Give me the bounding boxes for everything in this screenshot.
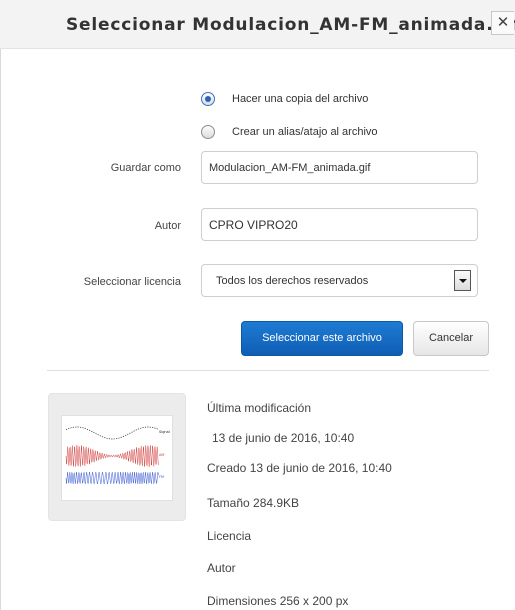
fm-label: FM [159,475,164,479]
close-icon[interactable]: ✕ [491,11,514,35]
signal-wave [65,426,159,440]
dialog-header: Seleccionar Modulacion_AM-FM_animada.gif… [0,0,515,49]
divider [47,370,489,371]
copy-option[interactable]: Hacer una copia del archivo [201,90,368,108]
file-thumbnail: Signal AM FM [48,393,186,521]
select-file-button[interactable]: Seleccionar este archivo [241,321,403,356]
am-label: AM [159,453,164,457]
copy-radio[interactable] [201,92,215,106]
created-date: Creado 13 de junio de 2016, 10:40 [207,461,392,475]
dimensions-info: Dimensiones 256 x 200 px [207,594,349,608]
alias-option-label: Crear un alias/atajo al archivo [232,126,378,138]
license-select[interactable]: Todos los derechos reservados [201,264,478,297]
last-modified-label: Última modificación [207,401,312,415]
save-as-label: Guardar como [110,162,181,174]
signal-label: Signal [159,430,170,434]
author-input[interactable] [201,208,478,241]
license-info: Licencia [207,529,252,543]
fm-wave [65,471,159,485]
file-size: Tamaño 284.9KB [207,496,300,510]
last-modified-value: 13 de junio de 2016, 10:40 [212,431,355,445]
cancel-button[interactable]: Cancelar [413,321,489,356]
author-label: Autor [154,220,181,232]
file-picker-dialog: Seleccionar Modulacion_AM-FM_animada.gif… [0,0,515,610]
license-select-value: Todos los derechos reservados [216,275,369,287]
am-wave [65,445,159,467]
dialog-title: Seleccionar Modulacion_AM-FM_animada.gif [66,15,515,35]
author-info: Autor [207,561,236,575]
alias-option[interactable]: Crear un alias/atajo al archivo [201,123,378,141]
save-as-input[interactable] [201,151,478,184]
copy-option-label: Hacer una copia del archivo [232,93,369,105]
thumbnail-graphic: Signal AM FM [65,426,170,485]
dialog-left-border [0,6,1,610]
alias-radio[interactable] [201,125,215,139]
thumbnail-image: Signal AM FM [61,415,173,501]
license-label: Seleccionar licencia [83,276,181,288]
chevron-down-icon[interactable] [454,270,471,291]
